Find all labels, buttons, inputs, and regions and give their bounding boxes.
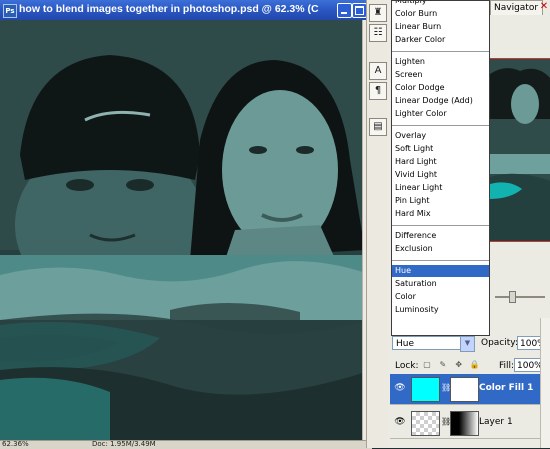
layer-mask-thumbnail[interactable] xyxy=(450,377,479,402)
zoom-slider-track[interactable] xyxy=(495,296,545,298)
paragraph-panel-icon[interactable]: ¶ xyxy=(369,82,387,100)
lock-position-icon[interactable]: ✥ xyxy=(454,360,464,370)
blend-mode-option[interactable]: Luminosity xyxy=(392,304,489,316)
layer-name: Layer 1 xyxy=(479,417,513,427)
close-icon[interactable]: ✕ xyxy=(538,0,550,14)
blend-mode-option[interactable]: Hard Light xyxy=(392,156,489,168)
fill-label: Fill: xyxy=(499,361,515,371)
document-canvas[interactable] xyxy=(0,20,372,440)
blend-mode-option[interactable]: Pin Light xyxy=(392,195,489,207)
layer-name: Color Fill 1 xyxy=(479,383,534,393)
maximize-icon[interactable] xyxy=(352,3,367,18)
visibility-eye-icon[interactable]: 👁 xyxy=(393,382,407,394)
clone-source-icon[interactable]: ♜ xyxy=(369,4,387,22)
blended-photo xyxy=(0,20,372,440)
blend-mode-option[interactable]: Hard Mix xyxy=(392,208,489,220)
panel-dock-strip: ♜ ☷ A ¶ ▤ xyxy=(366,0,388,448)
blend-mode-option[interactable]: Hue xyxy=(392,265,489,277)
navigator-zoom-slider[interactable] xyxy=(489,288,550,306)
blend-mode-option[interactable]: Exclusion xyxy=(392,243,489,255)
blend-mode-option[interactable]: Linear Light xyxy=(392,182,489,194)
menu-separator xyxy=(392,260,489,261)
blend-mode-option[interactable]: Linear Dodge (Add) xyxy=(392,95,489,107)
lock-options: ▢ ✎ ✥ 🔒 xyxy=(422,360,490,372)
document-title: how to blend images together in photosho… xyxy=(19,3,319,15)
navigator-thumbnail xyxy=(490,59,550,241)
zoom-readout[interactable]: 62.36% xyxy=(2,441,29,448)
blend-mode-option[interactable]: Darker Color xyxy=(392,34,489,46)
tab-navigator[interactable]: Navigator xyxy=(490,0,543,15)
visibility-eye-icon[interactable]: 👁 xyxy=(393,416,407,428)
blend-mode-option[interactable]: Difference xyxy=(392,230,489,242)
zoom-slider-knob[interactable] xyxy=(509,291,516,303)
blend-mode-option[interactable]: Color Dodge xyxy=(392,82,489,94)
chevron-down-icon[interactable]: ▼ xyxy=(460,336,475,352)
layer-thumbnail xyxy=(411,377,440,402)
menu-separator xyxy=(392,51,489,52)
layer-row-color-fill-1[interactable]: 👁 ⛓ Color Fill 1 xyxy=(390,374,550,405)
layer-mask-thumbnail[interactable] xyxy=(450,411,479,436)
blend-mode-option[interactable]: Color xyxy=(392,291,489,303)
lock-label: Lock: xyxy=(395,361,419,371)
blend-mode-option[interactable]: Linear Burn xyxy=(392,21,489,33)
blend-mode-option[interactable]: Overlay xyxy=(392,130,489,142)
navigator-preview[interactable] xyxy=(489,58,550,242)
lock-image-icon[interactable]: ✎ xyxy=(438,360,448,370)
blend-mode-option[interactable]: Multiply xyxy=(392,1,489,7)
blend-mode-dropdown-list[interactable]: Multiply Color Burn Linear Burn Darker Colo… xyxy=(391,0,490,336)
character-panel-icon[interactable]: A xyxy=(369,62,387,80)
menu-separator xyxy=(392,225,489,226)
blend-mode-option[interactable]: Soft Light xyxy=(392,143,489,155)
blend-mode-option[interactable]: Vivid Light xyxy=(392,169,489,181)
lock-transparent-icon[interactable]: ▢ xyxy=(422,360,432,370)
layers-scrollbar[interactable] xyxy=(540,318,550,448)
layer-thumbnail xyxy=(411,411,440,436)
blend-mode-option[interactable]: Screen xyxy=(392,69,489,81)
blend-mode-option[interactable]: Lighter Color xyxy=(392,108,489,120)
document-size-readout[interactable]: Doc: 1.95M/3.49M xyxy=(92,441,156,448)
blend-mode-option[interactable]: Color Burn xyxy=(392,8,489,20)
lock-all-icon[interactable]: 🔒 xyxy=(470,360,480,370)
layer-comps-panel-icon[interactable]: ▤ xyxy=(369,118,387,136)
blend-mode-option[interactable]: Lighten xyxy=(392,56,489,68)
blend-mode-option[interactable]: Saturation xyxy=(392,278,489,290)
minimize-icon[interactable] xyxy=(337,3,352,18)
layer-row-layer-1[interactable]: 👁 ⛓ Layer 1 xyxy=(390,408,550,439)
blend-mode-value: Hue xyxy=(396,339,415,349)
photoshop-icon: Ps xyxy=(3,4,17,18)
document-title-bar[interactable]: Ps how to blend images together in photo… xyxy=(0,0,372,20)
blend-mode-select[interactable]: Hue ▼ xyxy=(392,336,475,352)
menu-separator xyxy=(392,125,489,126)
brushes-panel-icon[interactable]: ☷ xyxy=(369,24,387,42)
opacity-label: Opacity: xyxy=(481,338,518,348)
